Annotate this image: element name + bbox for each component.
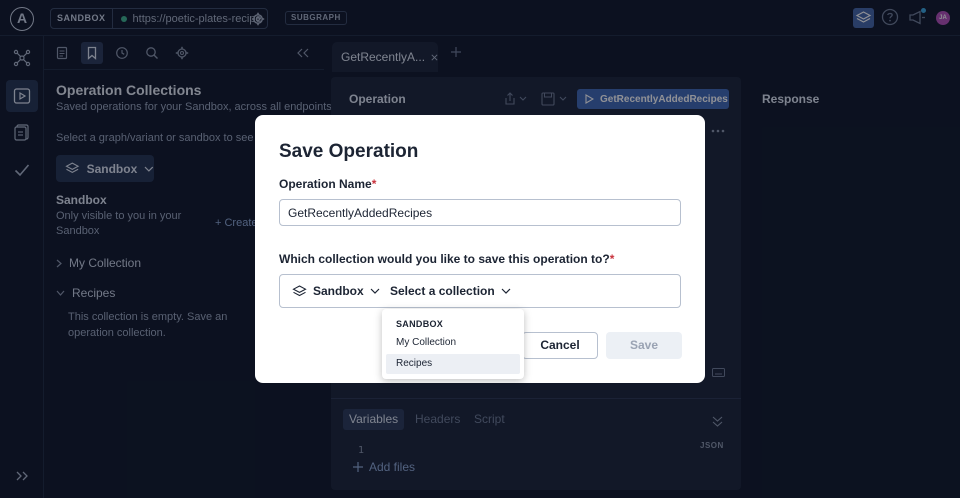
- collection-dropdown[interactable]: Select a collection: [390, 284, 511, 298]
- graph-variant-dropdown[interactable]: Sandbox: [292, 284, 380, 298]
- graph-variant-label: Sandbox: [313, 284, 364, 298]
- dropdown-group-heading: SANDBOX: [396, 319, 444, 329]
- sandbox-stack-icon: [292, 284, 307, 296]
- collection-dropdown-menu: SANDBOX My Collection Recipes: [382, 309, 524, 379]
- collection-picker: Sandbox Select a collection: [279, 274, 681, 308]
- operation-name-label-text: Operation Name: [279, 177, 372, 191]
- dropdown-item-my-collection[interactable]: My Collection: [386, 333, 520, 353]
- collection-question-text: Which collection would you like to save …: [279, 252, 610, 266]
- cancel-button[interactable]: Cancel: [522, 332, 598, 359]
- chevron-down-icon: [501, 288, 511, 294]
- collection-dropdown-placeholder: Select a collection: [390, 284, 495, 298]
- collection-question-label: Which collection would you like to save …: [279, 252, 614, 266]
- operation-name-input[interactable]: [279, 199, 681, 226]
- modal-title: Save Operation: [279, 141, 419, 162]
- required-asterisk: *: [609, 252, 615, 266]
- required-asterisk: *: [371, 177, 377, 191]
- chevron-down-icon: [370, 288, 380, 294]
- operation-name-label: Operation Name*: [279, 177, 376, 191]
- dropdown-item-recipes[interactable]: Recipes: [386, 354, 520, 374]
- save-button[interactable]: Save: [606, 332, 682, 359]
